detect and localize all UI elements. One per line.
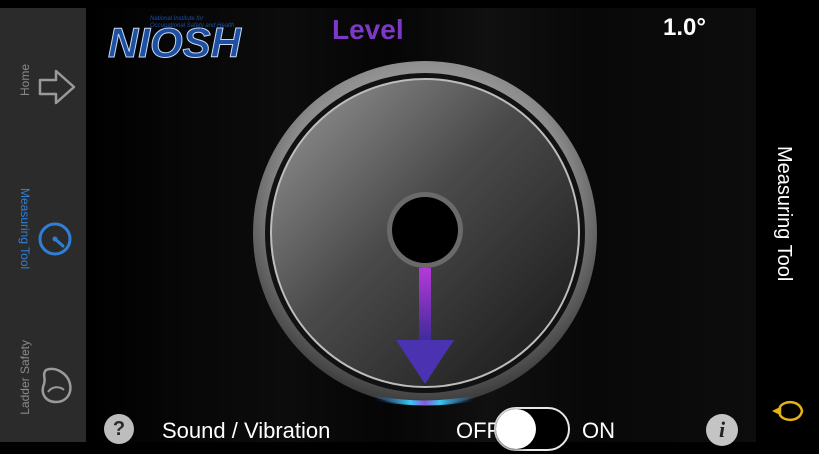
svg-text:National Institute for: National Institute for (150, 16, 204, 22)
info-button[interactable]: i (706, 414, 738, 446)
toggle-knob[interactable] (496, 409, 536, 449)
light-bulb-icon[interactable] (770, 396, 806, 426)
sound-toggle[interactable] (494, 407, 570, 451)
right-sidebar: Measuring Tool (756, 0, 819, 454)
angle-readout: 1.0° (663, 14, 706, 41)
ladder-shoe-icon (41, 367, 72, 404)
tab-home-label: Home (18, 64, 32, 97)
sidebar-title: Measuring Tool (773, 146, 795, 282)
niosh-logo: NIOSH National Institute for Occupationa… (102, 10, 272, 67)
toggle-on-label: ON (582, 418, 615, 443)
tab-measuring-tool-label: Measuring Tool (18, 188, 32, 270)
level-dial (253, 61, 597, 406)
arrow-right-icon (38, 69, 76, 105)
gauge-icon (38, 222, 72, 256)
sound-vibration-label: Sound / Vibration (162, 418, 331, 443)
tab-bar: Home Measuring Tool Ladder Safety (0, 8, 86, 442)
page-title: Level (332, 14, 404, 45)
tab-ladder-safety-label: Ladder Safety (18, 340, 32, 415)
help-button[interactable]: ? (104, 414, 134, 444)
main-stage: NIOSH National Institute for Occupationa… (86, 0, 756, 454)
svg-text:Occupational Safety and Health: Occupational Safety and Health (150, 23, 235, 29)
